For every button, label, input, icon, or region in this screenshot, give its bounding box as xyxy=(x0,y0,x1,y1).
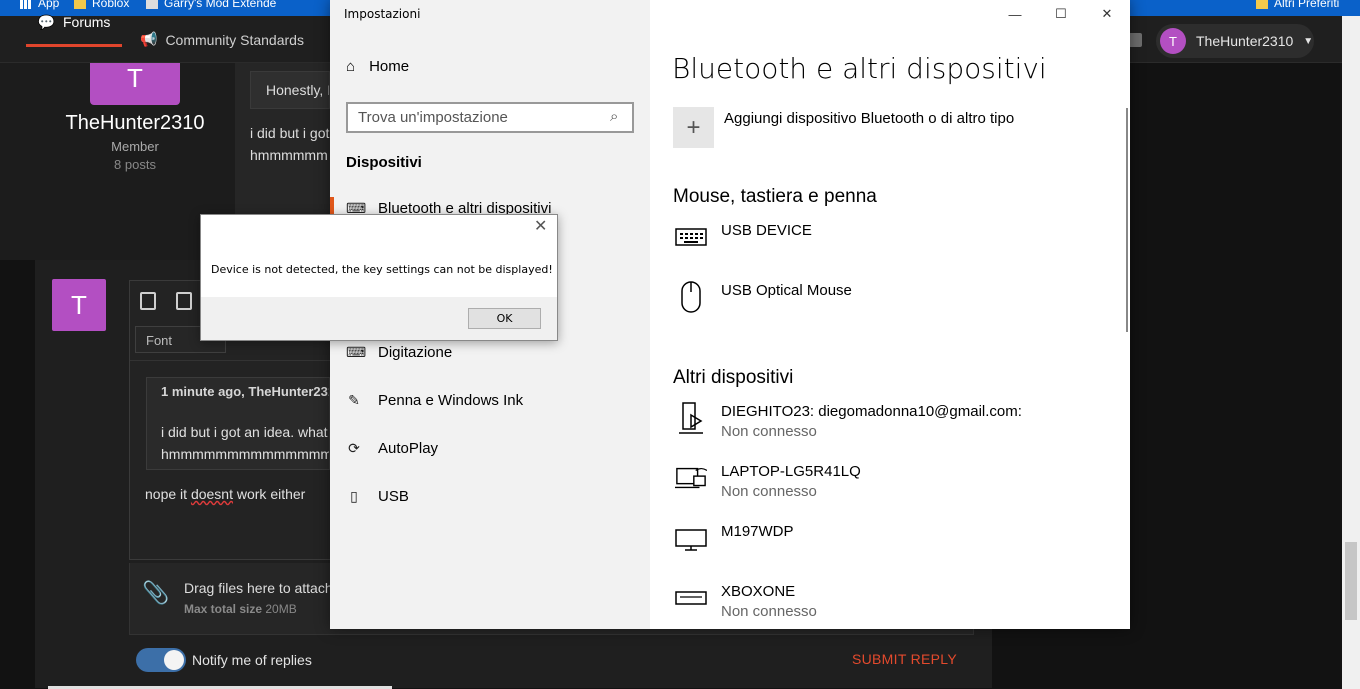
ok-button[interactable]: OK xyxy=(468,308,541,329)
toggle-knob xyxy=(164,650,184,670)
post-text-line: hmmmmmm xyxy=(250,147,328,163)
megaphone-icon: 📢 xyxy=(140,31,158,47)
nav-label: Digitazione xyxy=(378,344,453,361)
wireless-pc-icon xyxy=(675,462,707,494)
media-device-icon xyxy=(675,402,707,434)
bookmark-label: Garry's Mod Extende xyxy=(164,0,277,10)
device-status: Non connesso xyxy=(721,603,817,620)
close-icon[interactable]: ✕ xyxy=(534,216,547,236)
username: TheHunter2310 xyxy=(1196,33,1294,49)
notify-label: Notify me of replies xyxy=(192,652,312,668)
device-name: XBOXONE xyxy=(721,583,796,600)
misspelled-word[interactable]: doesnt xyxy=(191,486,233,502)
plus-icon: + xyxy=(673,107,714,148)
nav-typing[interactable]: ⌨ Digitazione xyxy=(346,344,452,361)
quote-body: i did but i got an idea. what hmmmmmmmmm… xyxy=(161,421,330,465)
mouse-icon xyxy=(675,281,707,313)
nav-community-standards[interactable]: 📢 Community Standards xyxy=(140,16,304,63)
quote-line: hmmmmmmmmmmmmmm xyxy=(161,446,330,462)
author-post-count: 8 posts xyxy=(114,157,156,172)
add-device-label: Aggiungi dispositivo Bluetooth o di altr… xyxy=(724,110,1015,127)
folder-icon xyxy=(1256,0,1268,9)
post-text-line: i did but i got xyxy=(250,125,330,141)
chat-bubble-icon: 💬 xyxy=(37,13,55,30)
user-menu[interactable]: T TheHunter2310 ▼ xyxy=(1156,24,1314,58)
section-heading-other: Altri dispositivi xyxy=(673,367,794,388)
window-title: Impostazioni xyxy=(344,7,421,21)
quote-header: 1 minute ago, TheHunter2310 said: xyxy=(161,384,329,399)
keyboard-icon: ⌨ xyxy=(346,344,367,360)
nav-label: AutoPlay xyxy=(378,440,439,457)
home-label: Home xyxy=(369,58,410,75)
scrollbar-thumb[interactable] xyxy=(1345,542,1357,620)
search-icon[interactable]: ⌕ xyxy=(610,108,618,125)
nav-label: USB xyxy=(378,488,409,505)
author-avatar[interactable]: T xyxy=(90,63,180,105)
reply-avatar: T xyxy=(52,279,106,331)
preview-icon[interactable] xyxy=(140,292,156,310)
bookmark-other-favorites[interactable]: Altri Preferiti xyxy=(1256,0,1339,10)
reply-text[interactable]: nope it doesnt work either xyxy=(145,486,305,502)
usb-icon: ▯ xyxy=(350,488,358,504)
bookmark-garrysmod[interactable]: Garry's Mod Extende xyxy=(146,0,276,10)
editor-toolbar xyxy=(140,292,192,310)
console-icon xyxy=(675,582,707,614)
attachment-hint: Drag files here to attach xyxy=(184,580,333,596)
minimize-button[interactable]: — xyxy=(992,0,1038,28)
device-name: USB Optical Mouse xyxy=(721,282,852,299)
caret-down-icon: ▼ xyxy=(1303,35,1314,47)
settings-scrollbar[interactable] xyxy=(1126,108,1128,332)
device-item[interactable]: LAPTOP-LG5R41LQ Non connesso xyxy=(675,462,861,502)
close-window-button[interactable]: ✕ xyxy=(1084,0,1130,28)
reply-text-part: nope it xyxy=(145,486,191,502)
nav-community-label: Community Standards xyxy=(165,31,304,48)
nav-forums-label: Forums xyxy=(62,14,111,30)
device-name: DIEGHITO23: diegomadonna10@gmail.com: xyxy=(721,403,1022,420)
post-quote: Honestly, I xyxy=(250,71,330,109)
post-text: i did but i got hmmmmmm xyxy=(250,122,330,182)
device-status: Non connesso xyxy=(721,483,817,500)
max-size-info: Max total size 20MB xyxy=(184,602,297,616)
max-size-value: 20MB xyxy=(265,602,297,616)
device-name: LAPTOP-LG5R41LQ xyxy=(721,463,861,480)
dialog-message: Device is not detected, the key settings… xyxy=(211,263,553,276)
page-title: Bluetooth e altri dispositivi xyxy=(672,52,1047,85)
nav-forums[interactable]: 💬 Forums xyxy=(26,0,122,47)
section-heading-mouse: Mouse, tastiera e penna xyxy=(673,186,877,207)
maximize-button[interactable]: ☐ xyxy=(1038,0,1084,28)
autoplay-icon: ⟳ xyxy=(348,440,360,456)
max-size-label: Max total size xyxy=(184,602,263,616)
device-item[interactable]: DIEGHITO23: diegomadonna10@gmail.com: No… xyxy=(675,402,1022,442)
nav-autoplay[interactable]: ⟳ AutoPlay xyxy=(346,440,438,457)
device-name: M197WDP xyxy=(721,523,794,540)
reply-quote: 1 minute ago, TheHunter2310 said: i did … xyxy=(146,377,330,470)
nav-usb[interactable]: ▯ USB xyxy=(346,488,409,505)
pen-icon: ✎ xyxy=(348,392,360,408)
quote-line: i did but i got an idea. what xyxy=(161,424,328,440)
settings-section-heading: Dispositivi xyxy=(346,154,422,171)
settings-home[interactable]: ⌂ Home xyxy=(346,58,409,75)
trash-icon[interactable] xyxy=(176,292,192,310)
avatar: T xyxy=(1160,28,1186,54)
bookmark-label: Altri Preferiti xyxy=(1274,0,1340,10)
settings-search-input[interactable]: Trova un'impostazione xyxy=(346,102,634,133)
reply-text-part: work either xyxy=(232,486,306,502)
author-role: Member xyxy=(111,139,159,154)
nav-label: Penna e Windows Ink xyxy=(378,392,524,409)
nav-pen-ink[interactable]: ✎ Penna e Windows Ink xyxy=(346,392,523,409)
keyboard-icon xyxy=(675,221,707,253)
home-icon: ⌂ xyxy=(346,58,356,75)
author-name[interactable]: TheHunter2310 xyxy=(0,112,270,135)
device-item[interactable]: USB DEVICE xyxy=(675,221,812,253)
submit-reply-button[interactable]: SUBMIT REPLY xyxy=(852,651,957,667)
monitor-icon xyxy=(675,522,707,554)
add-device-button[interactable]: + Aggiungi dispositivo Bluetooth o di al… xyxy=(673,107,1014,148)
device-item[interactable]: USB Optical Mouse xyxy=(675,281,852,313)
device-item[interactable]: XBOXONE Non connesso xyxy=(675,582,817,622)
device-item[interactable]: M197WDP xyxy=(675,522,794,554)
device-name: USB DEVICE xyxy=(721,222,812,239)
page-icon xyxy=(146,0,158,9)
paperclip-icon: 📎 xyxy=(142,580,170,605)
device-status: Non connesso xyxy=(721,423,817,440)
